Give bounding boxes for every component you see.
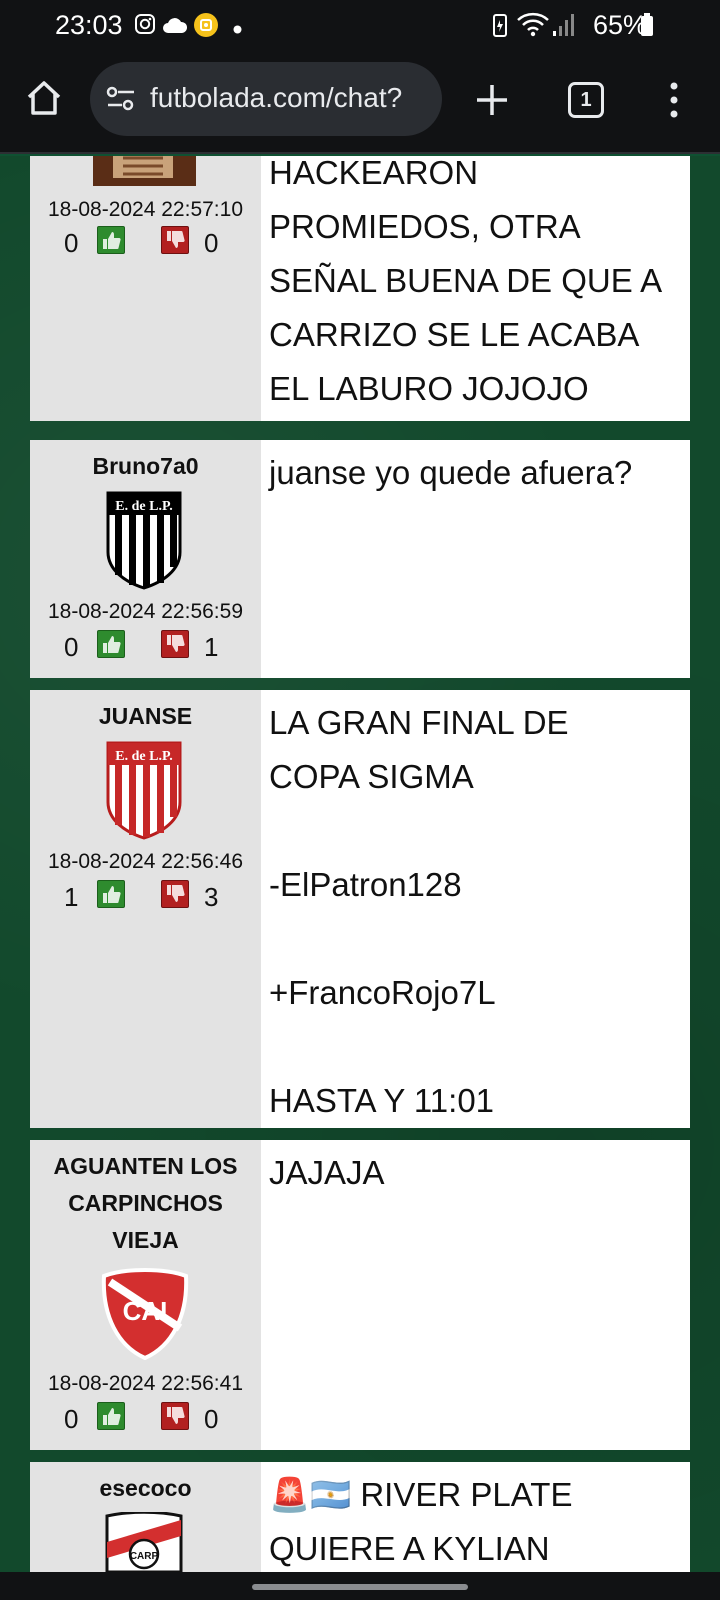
address-bar[interactable]: futbolada.com/chat?: [90, 62, 442, 136]
team-shield-avatar: E. de L.P.: [105, 490, 183, 595]
chat-page: 18-08-2024 22:57:10 0 0 HACKEARON PROMIE…: [0, 156, 720, 1572]
like-count: 0: [64, 1404, 79, 1434]
vote-bar: 0 0: [30, 1402, 261, 1436]
vote-bar: 1 3: [30, 880, 261, 914]
message-body: juanse yo quede afuera?: [269, 440, 682, 678]
home-icon: [27, 81, 61, 115]
message-timestamp: 18-08-2024 22:57:10: [48, 198, 243, 221]
message-username[interactable]: AGUANTEN LOS CARPINCHOS VIEJA: [30, 1148, 261, 1259]
tab-switcher-button[interactable]: 1: [568, 82, 604, 118]
battery-saver-icon: [492, 12, 508, 43]
message-author-panel: esecoco CARP: [30, 1462, 261, 1572]
battery-percent: 65%: [593, 10, 648, 40]
navigation-gesture-bar: [0, 1572, 720, 1600]
message-body: LA GRAN FINAL DE COPA SIGMA -ElPatron128…: [269, 690, 682, 1128]
message-body: HACKEARON PROMIEDOS, OTRA SEÑAL BUENA DE…: [269, 156, 682, 421]
message-text: juanse yo quede afuera?: [269, 454, 633, 491]
notification-app-icon: [193, 12, 219, 43]
shield-text: CARP: [130, 1551, 159, 1562]
dot-icon: [233, 21, 242, 39]
chat-message: AGUANTEN LOS CARPINCHOS VIEJA CAI 18-08-…: [30, 1140, 690, 1450]
like-count: 0: [64, 228, 79, 258]
message-text: LA GRAN FINAL DE COPA SIGMA -ElPatron128…: [269, 704, 569, 1119]
message-timestamp: 18-08-2024 22:56:41: [48, 1372, 243, 1395]
dislike-count: 0: [204, 228, 219, 258]
dislike-count: 0: [204, 1404, 219, 1434]
status-bar: 23:03 65%: [0, 0, 720, 52]
wifi-icon: [516, 12, 550, 43]
url-text[interactable]: futbolada.com/chat?: [150, 82, 402, 114]
message-timestamp: 18-08-2024 22:56:46: [48, 850, 243, 873]
overflow-menu-icon[interactable]: [664, 80, 684, 120]
shield-text: CAI: [123, 1296, 168, 1326]
team-shield-avatar: CARP: [104, 1510, 184, 1572]
message-username[interactable]: Bruno7a0: [30, 448, 261, 485]
site-settings-icon[interactable]: [106, 86, 136, 117]
message-body: JAJAJA: [269, 1140, 682, 1450]
chat-message: esecoco CARP 🚨🇦🇷 RIVER PLATE QUIERE A KY…: [30, 1462, 690, 1572]
thumbs-up-icon[interactable]: [97, 1402, 125, 1430]
message-text: JAJAJA: [269, 1154, 385, 1191]
team-shield-avatar: CAI: [100, 1268, 190, 1365]
plus-icon: [477, 85, 507, 115]
shield-text: E. de L.P.: [115, 749, 172, 764]
battery-icon: [640, 13, 654, 42]
vote-bar: 0 0: [30, 226, 261, 260]
like-count: 1: [64, 882, 79, 912]
thumbs-up-icon[interactable]: [97, 880, 125, 908]
message-text: HACKEARON PROMIEDOS, OTRA SEÑAL BUENA DE…: [269, 156, 663, 407]
thumbs-up-icon[interactable]: [97, 226, 125, 254]
like-count: 0: [64, 632, 79, 662]
message-author-panel: Bruno7a0 E. de L.P. 18-08-2024 22:56:59 …: [30, 440, 261, 678]
thumbs-down-icon[interactable]: [161, 630, 189, 658]
thumbs-down-icon[interactable]: [161, 1402, 189, 1430]
thumbs-down-icon[interactable]: [161, 226, 189, 254]
new-tab-button[interactable]: [472, 80, 512, 120]
message-body: 🚨🇦🇷 RIVER PLATE QUIERE A KYLIAN: [269, 1462, 682, 1572]
message-timestamp: 18-08-2024 22:56:59: [48, 600, 243, 623]
thumbs-up-icon[interactable]: [97, 630, 125, 658]
vote-bar: 0 1: [30, 630, 261, 664]
dislike-count: 3: [204, 882, 219, 912]
team-shield-avatar: E. de L.P.: [105, 740, 183, 845]
shield-text: E. de L.P.: [115, 499, 172, 514]
home-button[interactable]: [24, 78, 68, 122]
status-time: 23:03: [55, 10, 123, 40]
signal-icon: [552, 12, 576, 43]
avatar: [93, 156, 196, 186]
dislike-count: 1: [204, 632, 219, 662]
chat-message: Bruno7a0 E. de L.P. 18-08-2024 22:56:59 …: [30, 440, 690, 678]
message-author-panel: JUANSE E. de L.P. 18-08-2024 22:56:46 1: [30, 690, 261, 1128]
thumbs-down-icon[interactable]: [161, 880, 189, 908]
browser-toolbar: futbolada.com/chat? 1: [0, 52, 720, 154]
chat-message: JUANSE E. de L.P. 18-08-2024 22:56:46 1: [30, 690, 690, 1128]
message-text: 🚨🇦🇷 RIVER PLATE QUIERE A KYLIAN: [269, 1476, 573, 1567]
gesture-handle[interactable]: [252, 1584, 468, 1590]
message-author-panel: AGUANTEN LOS CARPINCHOS VIEJA CAI 18-08-…: [30, 1140, 261, 1450]
message-username[interactable]: JUANSE: [30, 698, 261, 735]
cloud-icon: [162, 16, 188, 39]
chat-message: 18-08-2024 22:57:10 0 0 HACKEARON PROMIE…: [30, 156, 690, 421]
message-username[interactable]: esecoco: [30, 1470, 261, 1507]
instagram-icon: [134, 13, 156, 40]
message-author-panel: 18-08-2024 22:57:10 0 0: [30, 156, 261, 421]
